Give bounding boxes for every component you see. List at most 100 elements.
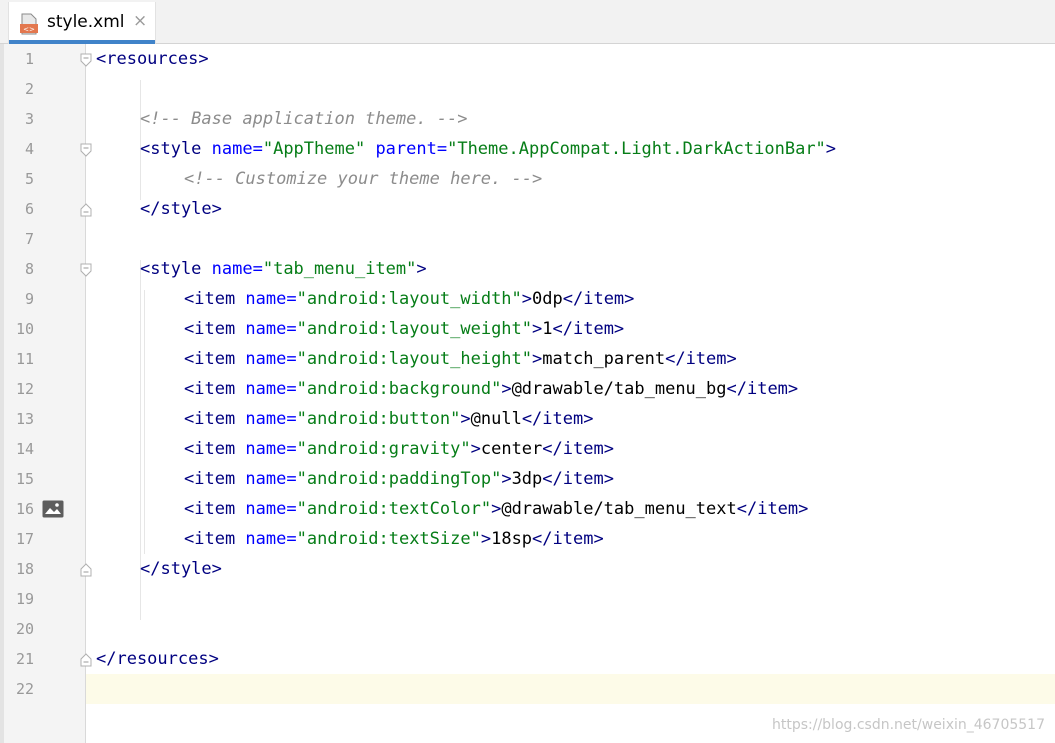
xml-value: "android:background" [296,379,502,399]
code-line-5: <!-- Customize your theme here. --> [184,164,542,194]
xml-tag: > [532,349,543,369]
xml-tag: </item> [552,319,625,339]
xml-tag: <item [184,349,236,369]
xml-value: "android:layout_weight" [296,319,533,339]
xml-value: "android:layout_height" [296,349,533,369]
xml-tag: <item [184,289,236,309]
line-number: 12 [15,380,34,398]
indent-guide [144,290,145,554]
code-line-10: <item name="android:layout_weight">1</it… [184,314,624,344]
xml-value: "android:gravity" [296,439,471,459]
xml-tag: > [491,499,502,519]
xml-tag: <item [184,469,236,489]
code-line-21: </resources> [96,644,219,674]
xml-text: center [480,439,543,459]
code-line-8: <style name="tab_menu_item"> [140,254,427,284]
line-number: 16 [15,500,34,518]
code-line-4: <style name="AppTheme" parent="Theme.App… [140,134,836,164]
tab-style-xml[interactable]: <> style.xml × [8,2,156,44]
line-number: 17 [15,530,34,548]
xml-tag: <item [184,319,236,339]
line-number: 1 [24,50,34,68]
xml-attr: name= [235,379,297,399]
xml-tag: <item [184,499,236,519]
xml-comment: <!-- Customize your theme here. --> [184,169,543,189]
code-line-12: <item name="android:background">@drawabl… [184,374,798,404]
xml-attr: name= [235,499,297,519]
xml-attr: name= [235,409,297,429]
xml-tag: </item> [562,289,635,309]
line-number: 15 [15,470,34,488]
xml-tag: </item> [542,439,614,459]
xml-value: "Theme.AppCompat.Light.DarkActionBar" [447,139,826,159]
code-line-17: <item name="android:textSize">18sp</item… [184,524,604,554]
xml-attr: name= [235,349,297,369]
xml-tag: </item> [726,379,799,399]
xml-text: @null [470,409,522,429]
current-line-highlight [86,674,1055,704]
line-number: 22 [15,680,34,698]
xml-attr: name= [235,319,297,339]
xml-tag: </style> [140,559,222,579]
svg-text:<>: <> [23,26,35,34]
line-number: 2 [24,80,34,98]
code-line-3: <!-- Base application theme. --> [140,104,468,134]
xml-attr: name= [235,289,297,309]
xml-attr: name= [235,439,297,459]
xml-tag: > [480,529,492,549]
xml-comment: <!-- Base application theme. --> [140,109,468,129]
xml-tag: </item> [532,529,604,549]
xml-value: "android:textSize" [296,529,481,549]
xml-value: "android:layout_width" [296,289,522,309]
xml-tag: > [470,439,481,459]
watermark: https://blog.csdn.net/weixin_46705517 [771,717,1045,733]
xml-text: 18sp [491,529,533,549]
xml-tag: <style [140,139,202,159]
xml-text: 0dp [532,289,563,309]
code-line-15: <item name="android:paddingTop">3dp</ite… [184,464,614,494]
code-line-13: <item name="android:button">@null</item> [184,404,593,434]
xml-text: 1 [542,319,553,339]
code-line-9: <item name="android:layout_width">0dp</i… [184,284,634,314]
editor-gutter: 1 2 3 4 5 6 7 8 9 10 11 12 13 14 15 16 1… [0,44,86,743]
xml-tag: <item [184,529,236,549]
xml-attr: parent= [365,139,448,159]
image-icon[interactable] [42,500,64,518]
xml-tag: <item [184,439,236,459]
xml-tag: <style [140,259,202,279]
xml-tag: > [521,289,533,309]
line-number: 19 [15,590,34,608]
xml-value: "tab_menu_item" [262,259,417,279]
code-line-14: <item name="android:gravity">center</ite… [184,434,614,464]
tab-title: style.xml [47,12,125,32]
editor-tab-bar: <> style.xml × [0,0,1055,44]
line-number: 8 [24,260,34,278]
xml-text: match_parent [542,349,666,369]
line-number: 4 [24,140,34,158]
xml-tag: > [501,469,512,489]
code-line-6: </style> [140,194,222,224]
xml-text: 3dp [511,469,543,489]
xml-tag: > [825,139,837,159]
xml-tag: </item> [736,499,809,519]
code-editor[interactable]: <resources> <!-- Base application theme.… [86,44,1055,743]
xml-value: "android:button" [296,409,461,429]
xml-value: "android:textColor" [296,499,492,519]
xml-tag: </item> [542,469,614,489]
xml-text: @drawable/tab_menu_text [501,499,737,519]
xml-tag: > [532,319,543,339]
xml-tag: </resources> [96,649,219,669]
code-line-18: </style> [140,554,222,584]
line-number: 11 [15,350,34,368]
xml-attr: name= [235,469,297,489]
close-icon[interactable]: × [133,11,147,31]
xml-tag: <resources> [96,49,209,69]
xml-value: "AppTheme" [262,139,366,159]
xml-tag: > [460,409,471,429]
xml-tag: <item [184,409,236,429]
line-number: 3 [24,110,34,128]
line-number: 5 [24,170,34,188]
line-number: 14 [15,440,34,458]
xml-tag: </item> [665,349,737,369]
xml-tag: > [501,379,512,399]
